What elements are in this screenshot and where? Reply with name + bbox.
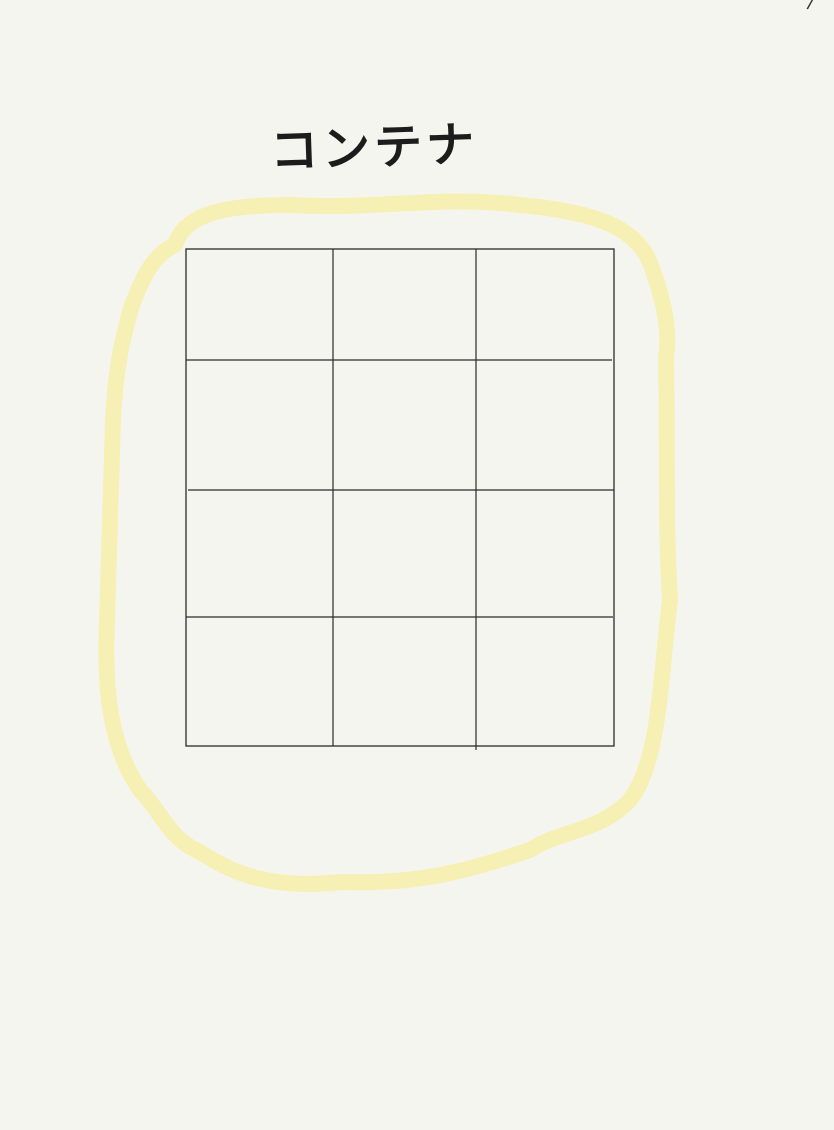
sketch-canvas: / コンテナ — [0, 0, 834, 1130]
container-diagram — [98, 193, 678, 892]
container-highlight-outline — [98, 193, 678, 892]
grid-outline — [185, 248, 615, 747]
